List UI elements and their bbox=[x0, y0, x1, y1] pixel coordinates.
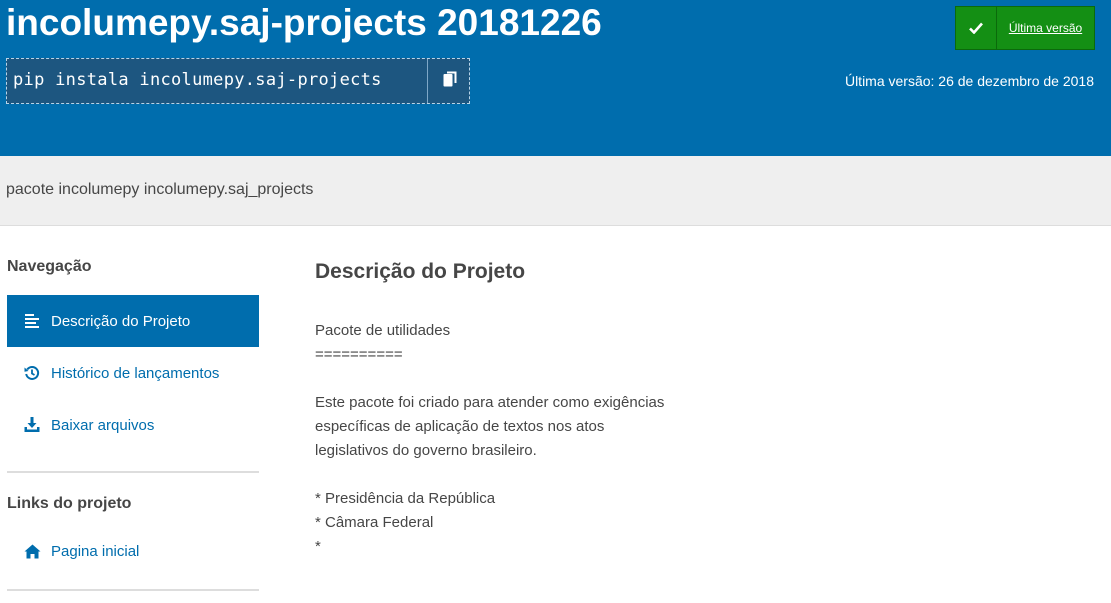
description-line: Este pacote foi criado para atender como… bbox=[315, 394, 665, 411]
copy-icon bbox=[443, 71, 457, 92]
nav-item-label: Descrição do Projeto bbox=[51, 312, 191, 330]
pip-command: pip instala incolumepy.saj-projects bbox=[13, 70, 382, 90]
home-icon bbox=[23, 542, 41, 560]
description-line: legislativos do governo brasileiro. bbox=[315, 442, 537, 459]
package-summary-bar: pacote incolumepy incolumepy.saj_project… bbox=[0, 156, 1111, 226]
description-line: específicas de aplicação de textos nos a… bbox=[315, 418, 605, 435]
package-summary: pacote incolumepy incolumepy.saj_project… bbox=[6, 181, 314, 198]
description-line: * bbox=[315, 538, 321, 555]
package-title: incolumepy.saj-projects 20181226 bbox=[6, 2, 602, 43]
description-line: * Câmara Federal bbox=[315, 514, 434, 531]
download-icon bbox=[23, 416, 41, 434]
history-icon bbox=[23, 364, 41, 382]
navigation-heading: Navegação bbox=[7, 258, 92, 275]
copy-button[interactable] bbox=[427, 59, 471, 103]
check-icon bbox=[956, 7, 997, 49]
align-left-icon bbox=[23, 312, 41, 330]
project-links-heading: Links do projeto bbox=[7, 495, 132, 512]
nav-item-project-description[interactable]: Descrição do Projeto bbox=[7, 295, 259, 347]
description-line: Pacote de utilidades bbox=[315, 322, 451, 339]
nav-item-download-files[interactable]: Baixar arquivos bbox=[7, 399, 259, 451]
description-title: Descrição do Projeto bbox=[315, 260, 526, 283]
nav-item-release-history[interactable]: Histórico de lançamentos bbox=[7, 347, 259, 399]
sidebar-divider bbox=[7, 471, 259, 473]
sidebar-divider bbox=[7, 589, 259, 591]
header: incolumepy.saj-projects 20181226 pip ins… bbox=[0, 0, 1111, 156]
nav-item-label: Baixar arquivos bbox=[51, 416, 155, 434]
pip-command-box: pip instala incolumepy.saj-projects bbox=[6, 58, 470, 104]
link-label: Pagina inicial bbox=[51, 542, 140, 560]
latest-version-label: Última versão bbox=[1008, 21, 1083, 35]
description-line: ========== bbox=[315, 346, 403, 363]
nav-item-label: Histórico de lançamentos bbox=[51, 364, 220, 382]
link-homepage[interactable]: Pagina inicial bbox=[7, 525, 259, 577]
description-line: * Presidência da República bbox=[315, 490, 496, 507]
latest-version-button[interactable]: Última versão bbox=[955, 6, 1095, 50]
release-date: Última versão: 26 de dezembro de 2018 bbox=[844, 73, 1094, 89]
